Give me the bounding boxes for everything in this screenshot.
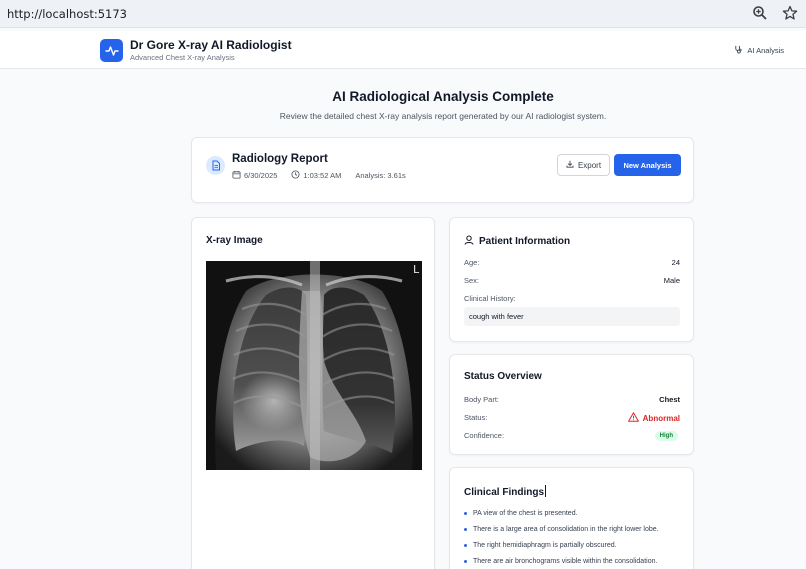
report-header-card: Radiology Report 6/30/2025 1:03:52 AM An… xyxy=(191,137,694,203)
report-meta: 6/30/2025 1:03:52 AM Analysis: 3.61s xyxy=(232,170,406,181)
ai-analysis-link[interactable]: AI Analysis xyxy=(734,45,784,56)
status-value: Abnormal xyxy=(642,413,680,423)
app-subtitle: Advanced Chest X-ray Analysis xyxy=(130,53,235,62)
page-subtitle: Review the detailed chest X-ray analysis… xyxy=(279,111,607,121)
stethoscope-icon xyxy=(734,45,743,56)
download-icon xyxy=(566,160,574,170)
findings-heading-text: Clinical Findings xyxy=(464,487,545,498)
zoom-icon[interactable] xyxy=(752,5,768,21)
report-date: 6/30/2025 xyxy=(244,171,278,180)
body-part-label: Body Part: xyxy=(464,395,500,404)
text-cursor xyxy=(545,485,547,497)
confidence-label: Confidence: xyxy=(464,431,505,440)
findings-list: PA view of the chest is presented. There… xyxy=(464,509,690,569)
age-value: 24 xyxy=(671,258,680,267)
age-label: Age: xyxy=(464,258,480,267)
status-heading: Status Overview xyxy=(464,371,542,382)
browser-address-bar[interactable]: http://localhost:5173 xyxy=(0,0,806,28)
status-overview-card: Status Overview Body Part: Chest Status:… xyxy=(449,354,694,455)
chest-xray-image: L xyxy=(206,261,422,470)
warning-triangle-icon xyxy=(627,412,639,424)
clock-icon xyxy=(291,170,300,181)
xray-marker: L xyxy=(413,263,420,276)
status-badge: Abnormal xyxy=(627,412,680,424)
report-time: 1:03:52 AM xyxy=(303,171,342,180)
page-title: AI Radiological Analysis Complete xyxy=(332,89,554,104)
status-label: Status: xyxy=(464,413,488,422)
export-label[interactable]: Export xyxy=(578,161,601,170)
sex-value: Male xyxy=(663,276,680,285)
ai-analysis-label[interactable]: AI Analysis xyxy=(747,46,784,55)
clinical-findings-card: Clinical Findings PA view of the chest i… xyxy=(449,467,694,569)
bookmark-star-icon[interactable] xyxy=(782,5,798,21)
list-item: There are air bronchograms visible withi… xyxy=(464,557,690,569)
document-icon xyxy=(206,156,225,175)
list-item: The right hemidiaphragm is partially obs… xyxy=(464,541,690,557)
patient-heading-text: Patient Information xyxy=(479,236,571,247)
findings-heading: Clinical Findings xyxy=(464,485,547,498)
xray-heading: X-ray Image xyxy=(206,235,263,246)
sex-label: Sex: xyxy=(464,276,480,285)
analysis-time: Analysis: 3.61s xyxy=(355,171,406,180)
new-analysis-button[interactable]: New Analysis xyxy=(614,154,681,176)
activity-pulse-icon xyxy=(100,39,123,62)
list-item: PA view of the chest is presented. xyxy=(464,509,690,525)
confidence-badge: High xyxy=(654,431,678,441)
user-icon xyxy=(464,235,474,248)
app-title: Dr Gore X-ray AI Radiologist xyxy=(130,38,292,52)
patient-info-card: Patient Information Age: 24 Sex: Male Cl… xyxy=(449,217,694,342)
clinical-history-value: cough with fever xyxy=(464,307,680,326)
url-text[interactable]: http://localhost:5173 xyxy=(7,7,127,21)
app-header: Dr Gore X-ray AI Radiologist Advanced Ch… xyxy=(0,31,806,69)
list-item: There is a large area of consolidation i… xyxy=(464,525,690,541)
body-part-value: Chest xyxy=(659,395,680,404)
export-button[interactable]: Export xyxy=(557,154,610,176)
xray-image-card: X-ray Image L xyxy=(191,217,435,569)
clinical-history-label: Clinical History: xyxy=(464,294,516,303)
patient-heading: Patient Information xyxy=(464,235,570,248)
report-title: Radiology Report xyxy=(232,153,328,165)
calendar-icon xyxy=(232,170,241,181)
